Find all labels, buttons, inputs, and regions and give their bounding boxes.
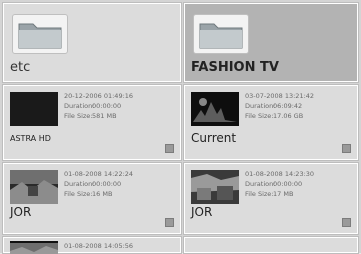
recording-title: JOR [191, 205, 213, 219]
media-browser-grid: etc FASHION TV 20-12-2006 01:49:16 Durat… [0, 0, 361, 254]
folder-tile-fashion-tv[interactable]: FASHION TV [183, 2, 359, 83]
size-value: 16 MB [92, 190, 113, 198]
recording-title: JOR [10, 205, 32, 219]
recording-meta: 01-08-2008 14:23:30 Duration:00:00:00 Fi… [245, 169, 314, 199]
folder-label: etc [10, 60, 31, 75]
duration-key: Duration: [64, 180, 95, 188]
recording-tile-jor-1[interactable]: 01-08-2008 14:22:24 Duration:00:00:00 Fi… [2, 162, 182, 235]
empty-tile [183, 236, 359, 254]
select-checkbox[interactable] [342, 218, 351, 227]
recording-meta: 03-07-2008 13:21:42 Duration:06:09:42 Fi… [245, 91, 314, 121]
folder-label: FASHION TV [191, 60, 279, 75]
recording-thumbnail [10, 241, 58, 254]
duration-key: Duration: [245, 102, 276, 110]
duration-key: Duration: [64, 102, 95, 110]
select-checkbox[interactable] [342, 144, 351, 153]
duration-value: 00:00:00 [92, 102, 122, 110]
size-value: 17.06 GB [273, 112, 304, 120]
recording-thumbnail [10, 170, 58, 204]
folder-icon [193, 14, 249, 54]
recording-tile-jor-2[interactable]: 01-08-2008 14:23:30 Duration:00:00:00 Fi… [183, 162, 359, 235]
recording-meta: 20-12-2006 01:49:16 Duration:00:00:00 Fi… [64, 91, 133, 121]
recording-datetime: 01-08-2008 14:22:24 [64, 170, 134, 178]
recording-title: Current [191, 131, 237, 145]
size-key: File Size: [245, 190, 274, 198]
size-value: 17 MB [273, 190, 294, 198]
select-checkbox[interactable] [165, 218, 174, 227]
size-value: 581 MB [92, 112, 117, 120]
recording-thumbnail [10, 92, 58, 126]
recording-datetime: 01-08-2008 14:05:56 [64, 242, 134, 250]
folder-icon [12, 14, 68, 54]
size-key: File Size: [64, 112, 93, 120]
duration-value: 00:00:00 [92, 180, 122, 188]
recording-tile-astra-hd[interactable]: 20-12-2006 01:49:16 Duration:00:00:00 Fi… [2, 84, 182, 161]
duration-key: Duration: [245, 180, 276, 188]
duration-value: 00:00:00 [273, 180, 303, 188]
recording-meta: 01-08-2008 14:05:56 [64, 241, 133, 251]
size-key: File Size: [64, 190, 93, 198]
recording-thumbnail [191, 92, 239, 126]
recording-tile-partial[interactable]: 01-08-2008 14:05:56 [2, 236, 182, 254]
recording-thumbnail [191, 170, 239, 204]
size-key: File Size: [245, 112, 274, 120]
recording-datetime: 20-12-2006 01:49:16 [64, 92, 134, 100]
select-checkbox[interactable] [165, 144, 174, 153]
recording-datetime: 01-08-2008 14:23:30 [245, 170, 315, 178]
recording-meta: 01-08-2008 14:22:24 Duration:00:00:00 Fi… [64, 169, 133, 199]
folder-tile-etc[interactable]: etc [2, 2, 182, 83]
recording-tile-current[interactable]: 03-07-2008 13:21:42 Duration:06:09:42 Fi… [183, 84, 359, 161]
recording-title: ASTRA HD [10, 134, 51, 143]
recording-datetime: 03-07-2008 13:21:42 [245, 92, 315, 100]
duration-value: 06:09:42 [273, 102, 303, 110]
